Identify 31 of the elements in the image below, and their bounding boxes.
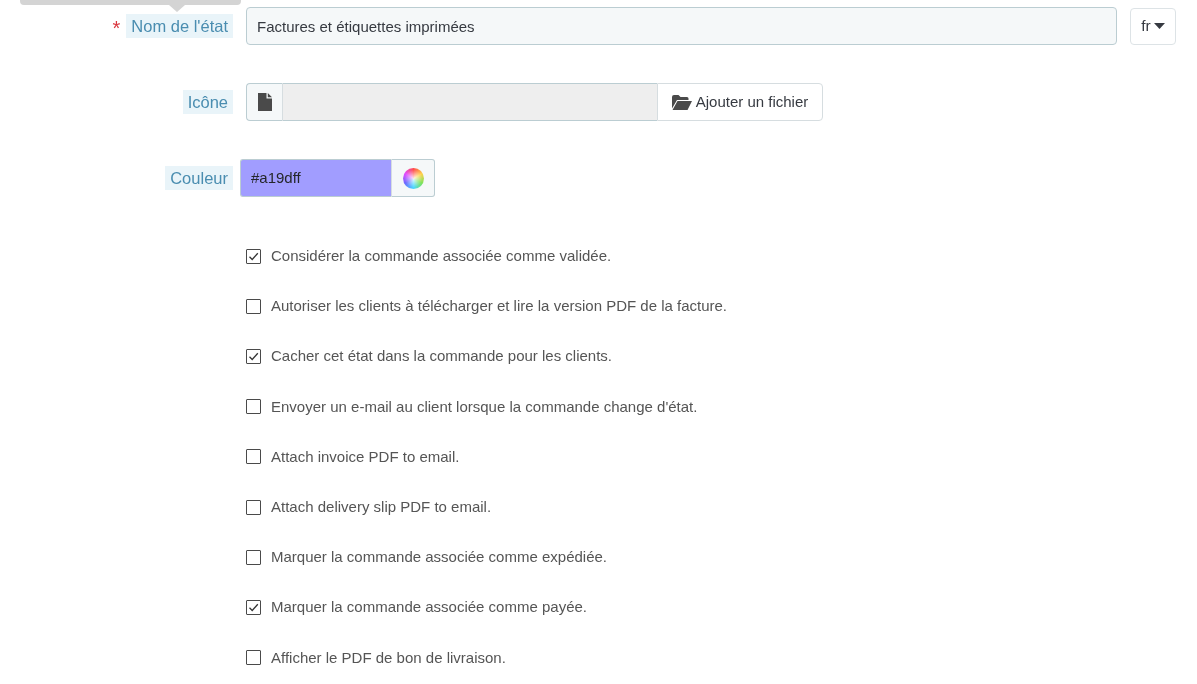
checkbox[interactable] xyxy=(246,298,261,314)
color-wheel-icon xyxy=(402,167,424,189)
checkbox-label: Marquer la commande associée comme expédiée. xyxy=(271,547,607,568)
folder-icon xyxy=(671,94,692,110)
checkbox[interactable] xyxy=(246,650,261,666)
caret-icon xyxy=(1153,23,1165,29)
checkbox[interactable] xyxy=(246,449,261,465)
checkbox[interactable] xyxy=(246,499,261,515)
checkbox-label: Considérer la commande associée comme validée. xyxy=(271,246,612,267)
checkbox[interactable] xyxy=(246,348,261,364)
required-mark: * xyxy=(112,16,121,38)
checkbox-label: Cacher cet état dans la commande pour les clients. xyxy=(271,346,612,367)
language-dropdown[interactable]: fr xyxy=(1130,7,1176,45)
field-label: Nom de l'état xyxy=(126,14,233,38)
checkbox[interactable] xyxy=(246,248,261,264)
checkbox[interactable] xyxy=(246,399,261,415)
text-field[interactable]: Factures et étiquettes imprimées xyxy=(246,7,1117,45)
checkbox-label: Attach delivery slip PDF to email. xyxy=(271,497,492,518)
field-label: Couleur xyxy=(165,166,233,190)
checkbox[interactable] xyxy=(246,549,261,565)
field-label: Icône xyxy=(182,90,233,114)
checkbox-label: Marquer la commande associée comme payée. xyxy=(271,597,587,618)
color-field[interactable]: #a19dff xyxy=(240,159,391,197)
checkbox[interactable] xyxy=(246,599,261,615)
checkbox-label: Attach invoice PDF to email. xyxy=(271,446,460,467)
file-name-field[interactable] xyxy=(283,83,657,121)
add-file-button[interactable]: Ajouter un fichier xyxy=(657,83,823,121)
checkbox-label: Envoyer un e-mail au client lorsque la commande change d'état. xyxy=(271,396,698,417)
file-icon xyxy=(257,93,272,111)
checkbox-label: Afficher le PDF de bon de livraison. xyxy=(271,647,506,668)
checkbox-label: Autoriser les clients à télécharger et lire la version PDF de la facture. xyxy=(271,296,728,317)
